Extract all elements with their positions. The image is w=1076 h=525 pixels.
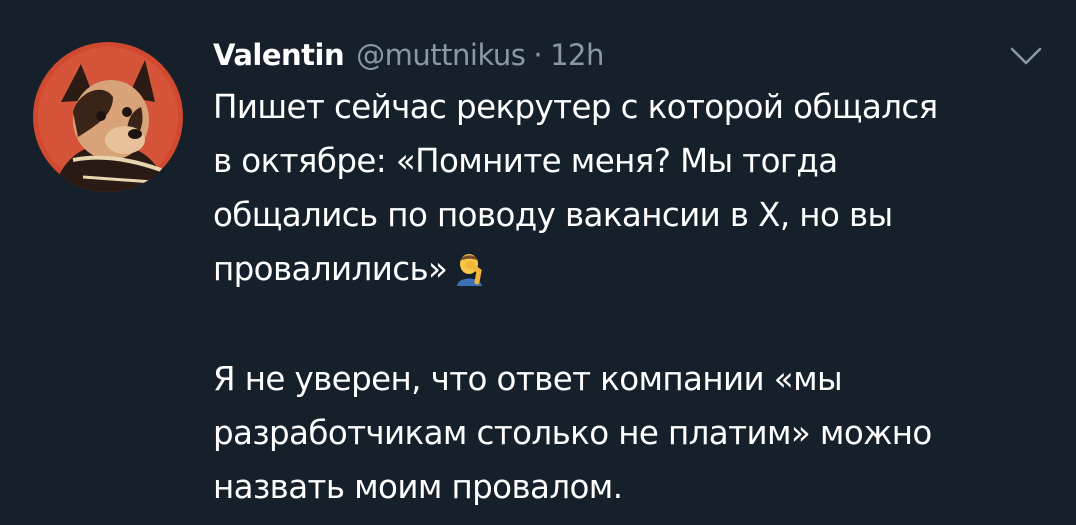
display-name[interactable]: Valentin <box>213 38 345 72</box>
text-line: провалились» <box>213 250 448 288</box>
tweet-card[interactable]: Valentin @muttnikus · 12h Пишет сейчас р… <box>0 0 1076 525</box>
separator-dot: · <box>533 38 543 72</box>
avatar[interactable] <box>33 42 183 192</box>
tweet-header: Valentin @muttnikus · 12h <box>213 38 604 78</box>
text-line: разработчикам столько не платим» можно <box>213 414 932 452</box>
tweet-text-paragraph-1: Пишет сейчас рекрутер с которой общался … <box>213 80 1063 296</box>
timestamp[interactable]: 12h <box>550 38 604 72</box>
dog-portrait-avatar-icon <box>33 42 183 192</box>
text-line-with-emoji: провалились» <box>213 242 1063 296</box>
user-handle[interactable]: @muttnikus <box>356 38 526 72</box>
text-line: в октябре: «Помните меня? Мы тогда <box>213 142 838 180</box>
facepalm-emoji-icon <box>455 248 485 286</box>
text-line: общались по поводу вакансии в Х, но вы <box>213 196 893 234</box>
text-line: Я не уверен, что ответ компании «мы <box>213 360 843 398</box>
tweet-text-paragraph-2: Я не уверен, что ответ компании «мы разр… <box>213 352 1063 514</box>
text-line: назвать моим провалом. <box>213 468 623 506</box>
chevron-down-icon[interactable] <box>1008 44 1044 68</box>
text-line: Пишет сейчас рекрутер с которой общался <box>213 88 938 126</box>
